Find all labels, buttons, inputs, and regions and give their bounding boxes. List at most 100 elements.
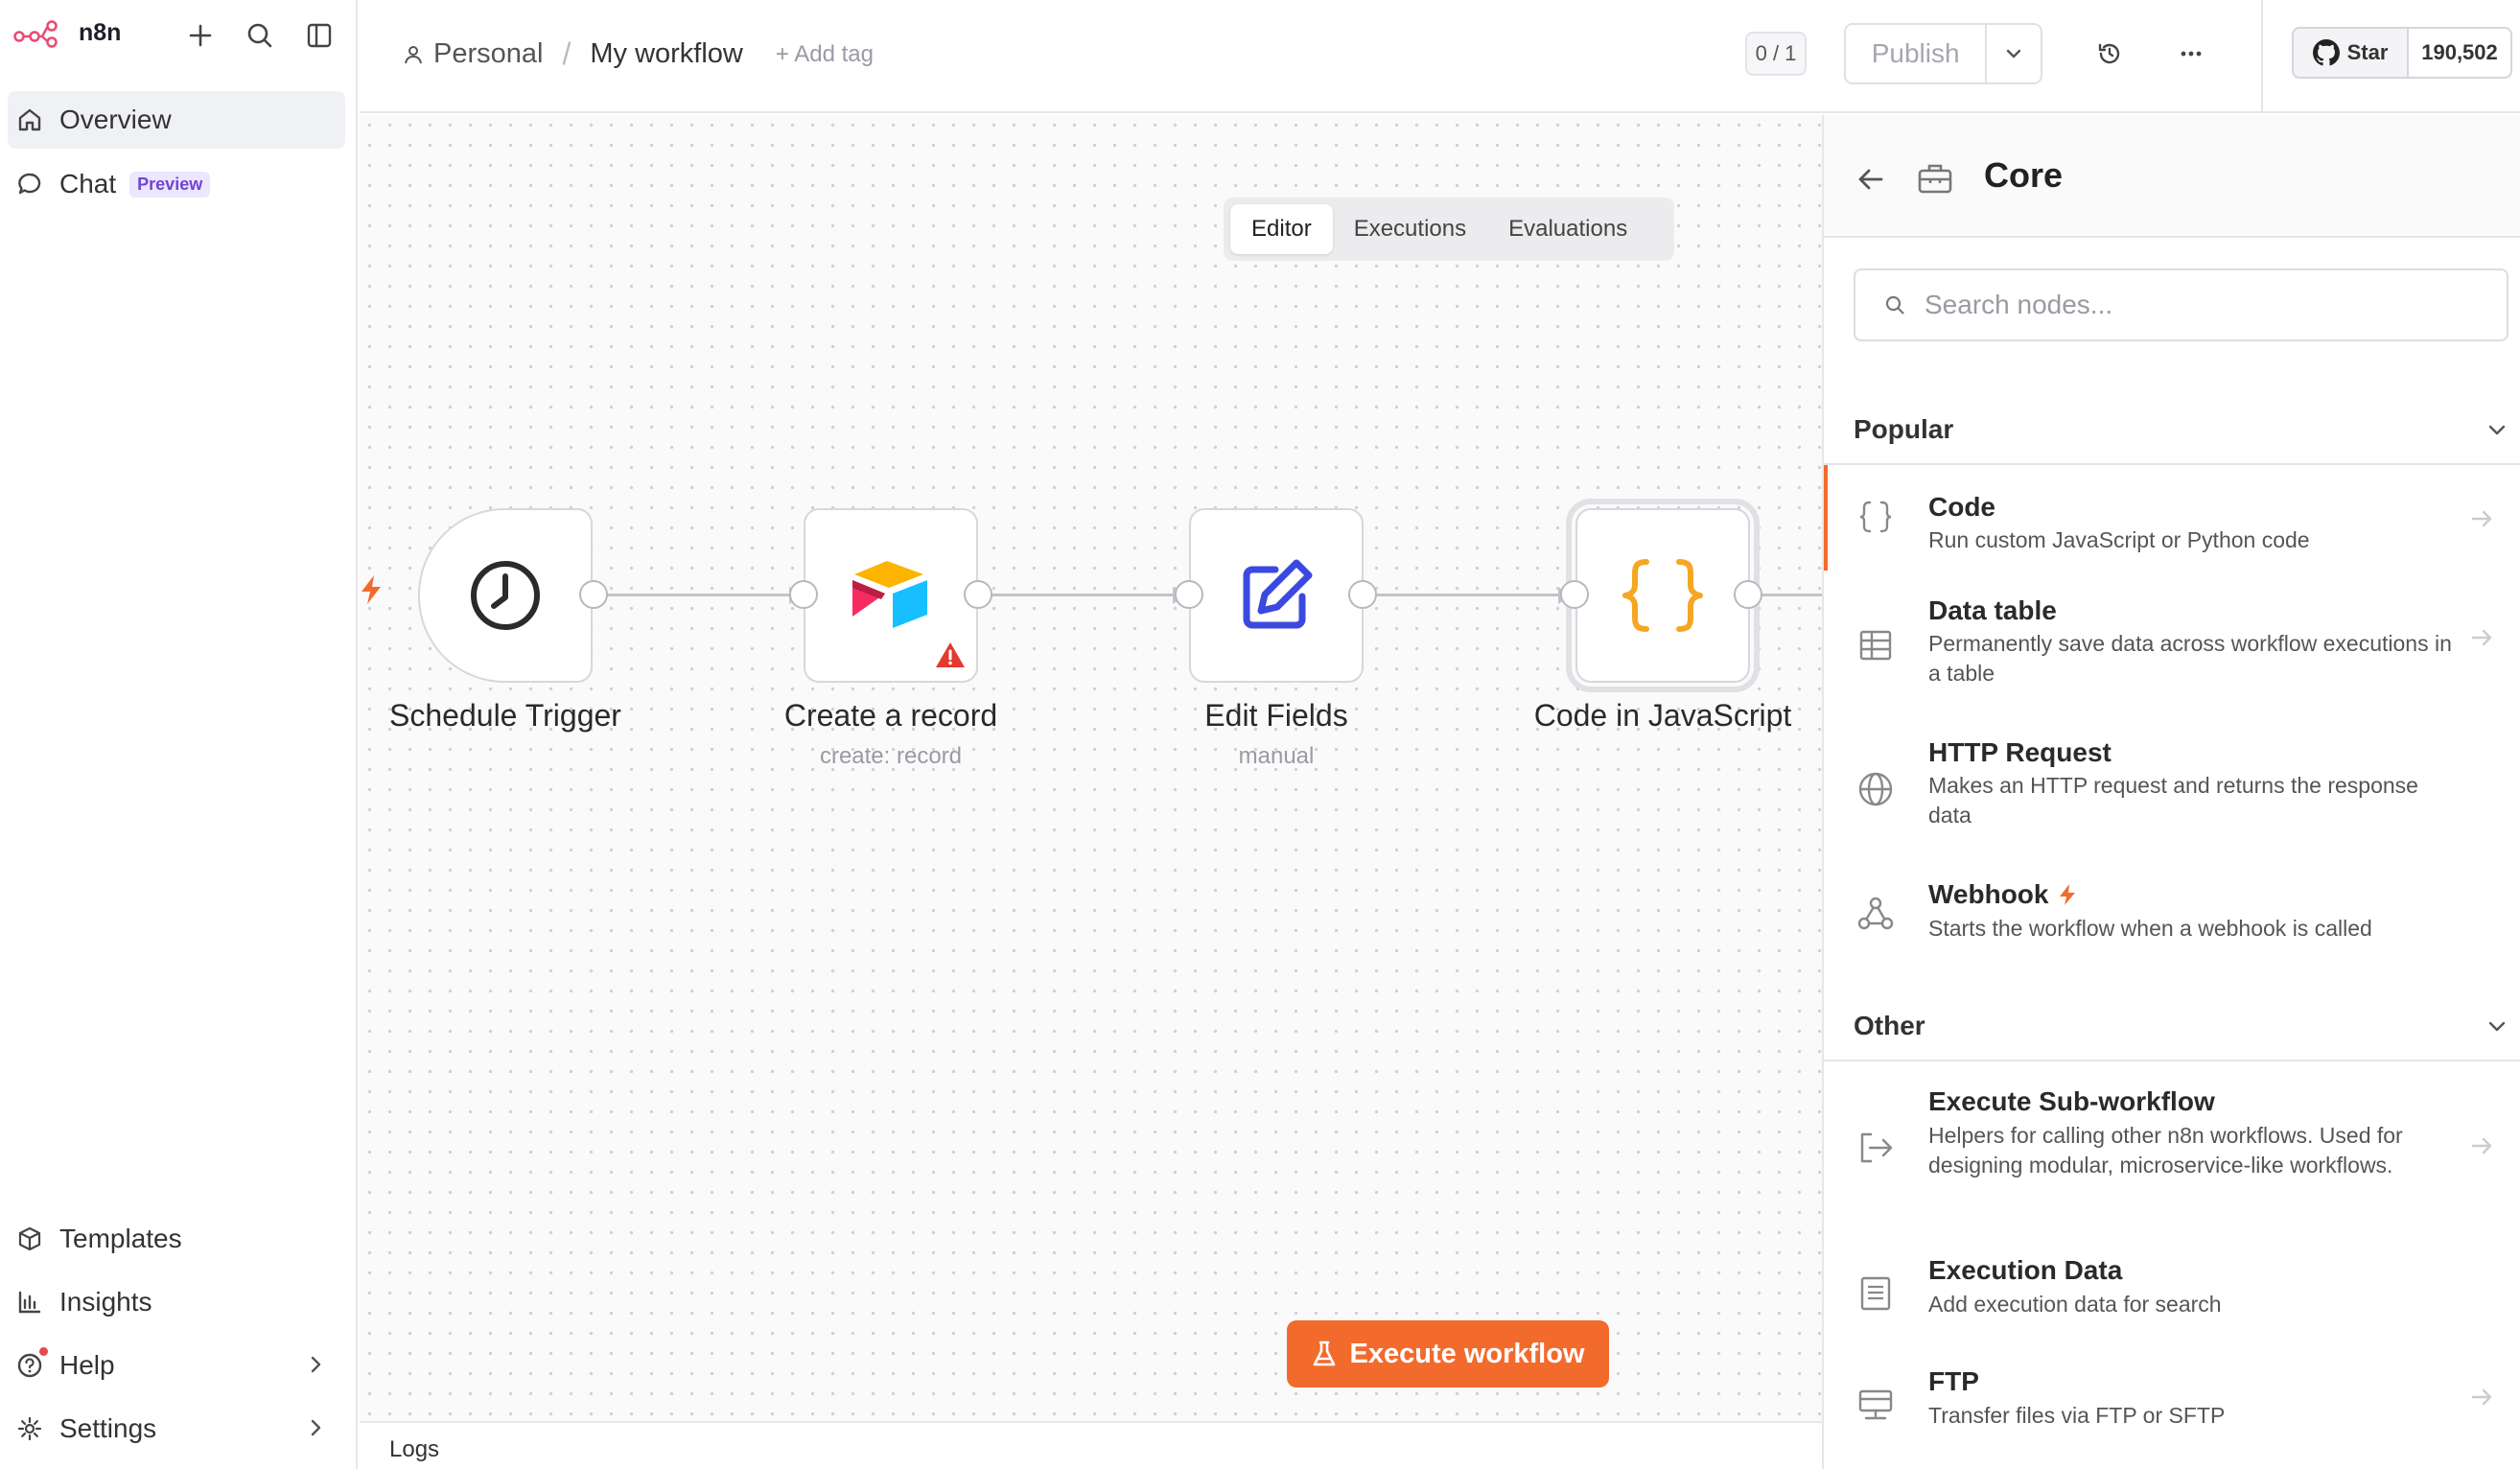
node-item-title-row: Webhook — [1928, 879, 2077, 910]
clock-icon — [471, 561, 540, 630]
sidebar-item-label: Insights — [59, 1287, 152, 1317]
section-header-popular[interactable]: Popular — [1854, 414, 2508, 445]
webhook-icon — [1855, 893, 1897, 935]
output-port[interactable] — [1348, 580, 1377, 609]
sidebar-item-templates[interactable]: Templates — [8, 1210, 345, 1268]
breadcrumb-project[interactable]: Personal — [433, 38, 543, 70]
publish-button[interactable]: Publish — [1846, 38, 1985, 69]
version-counter[interactable]: 0 / 1 — [1745, 32, 1807, 76]
search-field[interactable] — [1854, 268, 2508, 341]
gear-icon — [15, 1414, 44, 1443]
node-item-data-table[interactable]: Data table Permanently save data across … — [1824, 572, 2520, 716]
back-arrow-icon[interactable] — [1855, 163, 1887, 196]
node-item-code[interactable]: Code Run custom JavaScript or Python cod… — [1824, 465, 2520, 571]
input-port[interactable] — [789, 580, 818, 609]
node-label: Edit Fields — [1204, 698, 1348, 733]
node-item-description: Run custom JavaScript or Python code — [1928, 527, 2310, 552]
node-creator-panel: Core Popular Code Run custom JavaScript … — [1822, 115, 2520, 1469]
sidebar-item-label: Help — [59, 1350, 115, 1380]
sidebar-item-insights[interactable]: Insights — [8, 1273, 345, 1331]
document-icon — [1855, 1272, 1897, 1315]
n8n-logo-icon — [13, 20, 58, 48]
execute-workflow-label: Execute workflow — [1349, 1338, 1585, 1369]
more-options-icon[interactable] — [2172, 35, 2210, 73]
search-icon[interactable] — [242, 17, 278, 54]
bar-chart-icon — [15, 1288, 44, 1317]
panel-header: Core — [1824, 115, 2520, 238]
trigger-bolt-icon — [362, 575, 381, 604]
node-item-title: FTP — [1928, 1366, 1979, 1396]
flask-icon — [1313, 1341, 1335, 1366]
logs-bar[interactable]: Logs — [360, 1421, 1822, 1469]
node-item-webhook[interactable]: Webhook Starts the workflow when a webho… — [1824, 856, 2520, 962]
logs-label: Logs — [389, 1436, 440, 1462]
trigger-bolt-icon — [2060, 884, 2076, 905]
output-port[interactable] — [964, 580, 992, 609]
collapse-sidebar-icon[interactable] — [301, 17, 338, 54]
node-item-title: Execute Sub-workflow — [1928, 1086, 2215, 1116]
add-icon[interactable] — [182, 17, 219, 54]
sidebar-item-label: Chat — [59, 169, 117, 198]
add-tag-button[interactable]: + Add tag — [776, 41, 874, 68]
node-subtitle: create: record — [819, 743, 963, 769]
node-edit-fields[interactable] — [1189, 508, 1364, 683]
node-item-http-request[interactable]: HTTP Request Makes an HTTP request and r… — [1824, 714, 2520, 858]
search-input[interactable] — [1925, 290, 2462, 320]
panel-title: Core — [1984, 155, 2064, 195]
node-item-ftp[interactable]: FTP Transfer files via FTP or SFTP — [1824, 1341, 2520, 1453]
section-title: Other — [1854, 1011, 1925, 1040]
history-icon[interactable] — [2090, 35, 2129, 73]
node-label: Create a record — [783, 698, 998, 733]
connection-line[interactable] — [1363, 594, 1570, 596]
preview-badge: Preview — [129, 171, 211, 198]
chevron-right-icon — [311, 1419, 321, 1436]
n8n-logo[interactable]: n8n — [13, 17, 121, 48]
sidebar: n8n Overview Chat Preview Templates Insi… — [0, 0, 358, 1469]
sidebar-item-label: Overview — [59, 105, 172, 134]
github-star-count[interactable]: 190,502 — [2407, 27, 2512, 79]
node-create-a-record[interactable] — [804, 508, 978, 683]
execute-workflow-button[interactable]: Execute workflow — [1287, 1320, 1609, 1387]
sidebar-item-settings[interactable]: Settings — [8, 1400, 345, 1457]
input-port[interactable] — [1175, 580, 1203, 609]
node-schedule-trigger[interactable] — [418, 508, 593, 683]
github-icon — [2312, 39, 2340, 66]
output-port[interactable] — [579, 580, 608, 609]
chevron-down-icon — [2488, 425, 2506, 435]
help-circle-icon — [15, 1347, 48, 1380]
section-title: Popular — [1854, 414, 1954, 444]
toolbox-icon — [1918, 164, 1952, 194]
output-port[interactable] — [1734, 580, 1762, 609]
sidebar-item-label: Templates — [59, 1224, 182, 1253]
workflow-name[interactable]: My workflow — [590, 38, 743, 70]
arrow-right-icon — [2471, 629, 2492, 646]
node-code-in-javascript[interactable] — [1566, 499, 1760, 692]
sidebar-item-help[interactable]: Help — [8, 1337, 345, 1394]
sidebar-item-overview[interactable]: Overview — [8, 91, 345, 149]
tab-executions[interactable]: Executions — [1333, 204, 1487, 254]
app-name: n8n — [79, 18, 122, 46]
node-item-description: Starts the workflow when a webhook is ca… — [1928, 916, 2372, 941]
node-item-execute-sub-workflow[interactable]: Execute Sub-workflow Helpers for calling… — [1824, 1061, 2520, 1232]
publish-dropdown-button[interactable] — [1985, 25, 2041, 82]
tab-evaluations[interactable]: Evaluations — [1487, 204, 1648, 254]
header: Personal / My workflow + Add tag 0 / 1 P… — [360, 0, 2520, 113]
warning-icon[interactable] — [934, 641, 967, 669]
input-port[interactable] — [1560, 580, 1589, 609]
tab-editor[interactable]: Editor — [1230, 204, 1333, 254]
chevron-right-icon — [311, 1356, 321, 1373]
arrow-right-icon — [2471, 1137, 2492, 1154]
workflow-canvas[interactable]: Editor Executions Evaluations Schedule T… — [360, 115, 1822, 1469]
node-label: Code in JavaScript — [1533, 698, 1792, 733]
arrow-right-icon — [2471, 1388, 2492, 1406]
connection-line[interactable] — [978, 594, 1185, 596]
chevron-down-icon — [2006, 49, 2021, 58]
notification-dot — [39, 1347, 48, 1356]
node-item-execution-data[interactable]: Execution Data Add execution data for se… — [1824, 1230, 2520, 1341]
github-star-button[interactable]: Star — [2292, 27, 2409, 79]
section-header-other[interactable]: Other — [1854, 1011, 2508, 1041]
node-item-description: Permanently save data across workflow ex… — [1928, 631, 2452, 686]
connection-line[interactable] — [595, 594, 801, 596]
sidebar-item-chat[interactable]: Chat Preview — [8, 155, 345, 213]
github-star-label: Star — [2346, 40, 2389, 64]
